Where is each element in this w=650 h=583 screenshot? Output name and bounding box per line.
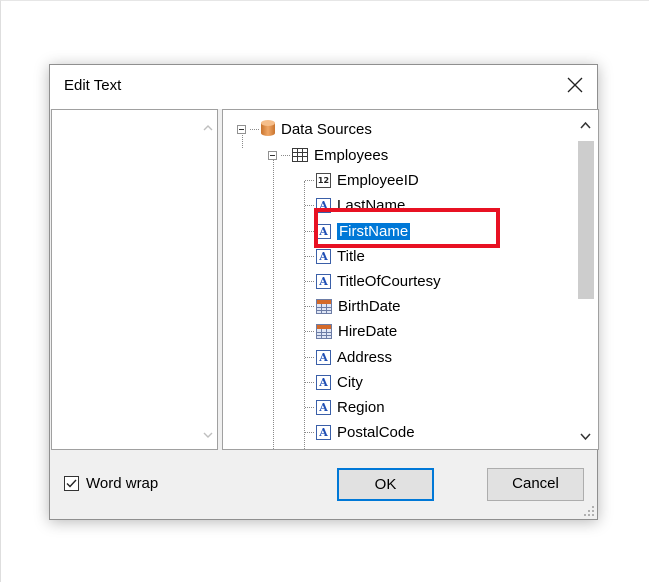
text-field-icon: A — [316, 374, 331, 390]
tree-node-field[interactable]: 12 EmployeeID — [305, 169, 419, 191]
tree-connector — [281, 154, 290, 156]
tree-node-label: TitleOfCourtesy — [337, 272, 441, 290]
data-tree-scrollbar[interactable] — [574, 110, 598, 449]
number-field-icon: 12 — [316, 172, 331, 188]
tree-node-label: BirthDate — [338, 297, 401, 315]
table-icon — [292, 148, 308, 162]
tree-node-label: LastName — [337, 196, 406, 214]
tree-node-label: PostalCode — [337, 423, 415, 441]
text-field-icon: A — [316, 223, 331, 239]
tree-node-field[interactable]: HireDate — [305, 320, 397, 342]
tree-node-data-sources[interactable]: Data Sources — [237, 118, 372, 140]
data-tree-panel: Data Sources Employees 12 EmployeeID A L… — [222, 109, 599, 450]
text-field-icon: A — [316, 248, 331, 264]
dialog-titlebar: Edit Text — [50, 65, 597, 109]
tree-node-field[interactable]: A PostalCode — [305, 421, 415, 443]
tree-connector — [305, 356, 314, 358]
tree-connector — [305, 179, 314, 181]
tree-connector — [305, 204, 314, 206]
date-field-icon — [316, 298, 332, 314]
tree-connector — [305, 305, 314, 307]
close-button[interactable] — [553, 65, 597, 109]
scroll-up-arrow-icon[interactable] — [203, 124, 213, 131]
dialog-title: Edit Text — [64, 77, 122, 94]
tree-node-field[interactable]: A Title — [305, 245, 365, 267]
text-field-icon: A — [316, 399, 331, 415]
tree-connector — [305, 255, 314, 257]
tree-connector — [305, 431, 314, 433]
text-field-icon: A — [316, 424, 331, 440]
tree-connector — [305, 406, 314, 408]
tree-node-field[interactable]: A City — [305, 371, 363, 393]
tree-node-field[interactable]: A Region — [305, 396, 385, 418]
scrollbar-thumb[interactable] — [578, 141, 594, 299]
word-wrap-option[interactable]: Word wrap — [64, 475, 158, 492]
cancel-button[interactable]: Cancel — [487, 468, 584, 501]
ok-button[interactable]: OK — [337, 468, 434, 501]
tree-node-label: Data Sources — [281, 120, 372, 138]
tree-node-label: Region — [337, 398, 385, 416]
text-field-icon: A — [316, 349, 331, 365]
tree-node-label: EmployeeID — [337, 171, 419, 189]
tree-node-field[interactable]: A Address — [305, 346, 392, 368]
tree-node-employees[interactable]: Employees — [268, 144, 388, 166]
tree-connector — [305, 381, 314, 383]
text-editor-area[interactable] — [51, 109, 218, 450]
tree-node-label: Employees — [314, 146, 389, 164]
tree-node-field-selected[interactable]: A FirstName — [305, 220, 412, 242]
scroll-down-arrow-icon[interactable] — [580, 433, 591, 441]
collapse-toggle-icon[interactable] — [268, 150, 277, 160]
tree-node-label: HireDate — [338, 322, 398, 340]
tree-node-label: Title — [337, 247, 365, 265]
tree-node-label: FirstName — [335, 221, 412, 241]
scroll-down-arrow-icon[interactable] — [203, 432, 213, 439]
tree-connector — [273, 156, 274, 449]
date-field-icon — [316, 323, 332, 339]
tree-node-label: Address — [337, 348, 393, 366]
database-icon — [261, 120, 275, 138]
tree-node-field[interactable]: A TitleOfCourtesy — [305, 270, 441, 292]
text-field-icon: A — [316, 197, 331, 213]
collapse-toggle-icon[interactable] — [237, 124, 246, 134]
edit-text-dialog: Edit Text Data Sources Employees 12 Empl… — [49, 64, 599, 520]
word-wrap-label: Word wrap — [86, 475, 159, 492]
tree-node-label: City — [337, 373, 363, 391]
text-editor-scrollbar[interactable] — [199, 110, 217, 449]
word-wrap-checkbox[interactable] — [64, 476, 79, 491]
checkmark-icon — [66, 479, 77, 488]
tree-connector — [305, 230, 314, 232]
close-icon — [567, 77, 583, 93]
tree-connector — [250, 128, 259, 130]
data-tree: Data Sources Employees 12 EmployeeID A L… — [223, 110, 574, 449]
tree-connector — [305, 280, 314, 282]
tree-node-field[interactable]: BirthDate — [305, 295, 401, 317]
resize-grip-icon[interactable] — [584, 506, 594, 516]
tree-node-field[interactable]: A LastName — [305, 194, 405, 216]
text-field-icon: A — [316, 273, 331, 289]
scroll-up-arrow-icon[interactable] — [580, 121, 591, 129]
tree-connector — [305, 330, 314, 332]
